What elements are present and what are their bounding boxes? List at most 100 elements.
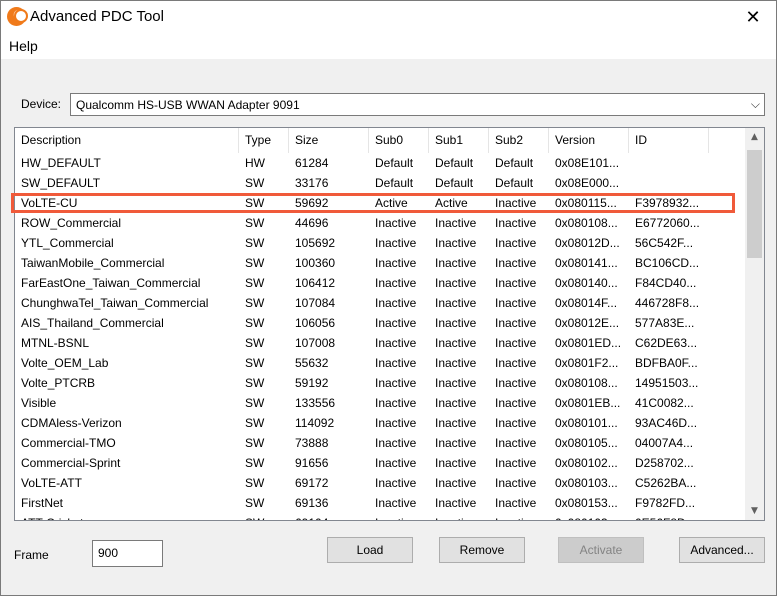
list-cell: 61284 [295, 156, 329, 170]
list-cell: ATT-Cricket [15, 513, 239, 520]
column-header[interactable]: ID [629, 128, 709, 153]
list-cell: Inactive [375, 496, 417, 510]
list-cell: Default [375, 176, 414, 190]
column-header[interactable]: Sub1 [429, 128, 489, 153]
list-cell: 0x08014F... [555, 296, 618, 310]
advanced-button[interactable]: Advanced... [679, 537, 765, 563]
list-item[interactable]: YTL_Commercial SW 105692 Inactive Inactive In… [15, 233, 744, 253]
list-cell: Inactive [435, 496, 477, 510]
list-cell: SW [245, 216, 265, 230]
list-cell: Inactive [495, 476, 537, 490]
scroll-up-icon[interactable]: ▲ [745, 128, 764, 146]
list-cell: FarEastOne_Taiwan_Commercial [21, 276, 201, 290]
device-dropdown-value: Qualcomm HS-USB WWAN Adapter 9091 [76, 98, 300, 112]
list-item[interactable]: ATT-CricketSW69104InactiveInactiveInacti… [15, 513, 744, 520]
list-item[interactable]: Commercial-TMO SW 73888 Inactive Inactive Ina… [15, 433, 744, 453]
list-cell: Inactive [375, 236, 417, 250]
list-cell: D258702... [635, 456, 694, 470]
column-header[interactable]: Sub2 [489, 128, 549, 153]
list-cell: 0E56F8D... [629, 513, 709, 520]
chevron-down-icon[interactable]: ⌵ [751, 97, 760, 112]
list-cell: Inactive [495, 296, 537, 310]
list-cell: ROW_Commercial [21, 216, 122, 230]
list-cell: Inactive [435, 436, 477, 450]
device-dropdown[interactable]: Qualcomm HS-USB WWAN Adapter 9091 ⌵ [70, 93, 765, 116]
list-cell: Inactive [375, 416, 417, 430]
list-cell: F84CD40... [635, 276, 697, 290]
list-item[interactable]: CDMAless-Verizon SW 114092 Inactive Inactive… [15, 413, 744, 433]
list-item[interactable]: FirstNet SW 69136 Inactive Inactive Inactive 0… [15, 493, 744, 513]
list-item[interactable]: ROW_Commercial SW 44696 Inactive Inactive Ina… [15, 213, 744, 233]
list-cell: Inactive [495, 316, 537, 330]
list-item[interactable]: VoLTE-ATT SW 69172 Inactive Inactive Inactive… [15, 473, 744, 493]
list-cell: Inactive [375, 316, 417, 330]
vertical-scrollbar[interactable]: ▲ ▼ [745, 128, 764, 520]
list-cell: Inactive [495, 456, 537, 470]
frame-label: Frame [14, 548, 49, 562]
column-header[interactable]: Description [15, 128, 239, 153]
list-cell: 0x080102... [555, 456, 618, 470]
list-item[interactable]: SW_DEFAULT SW 33176 Default Default Default 0x… [15, 173, 744, 193]
close-icon[interactable]: ✕ [730, 1, 776, 33]
list-cell: 446728F8... [635, 296, 700, 310]
list-cell: 107084 [295, 296, 336, 310]
scroll-thumb[interactable] [747, 150, 762, 258]
list-cell: 100360 [295, 256, 336, 270]
list-cell: 56C542F... [635, 236, 694, 250]
list-cell: Inactive [495, 496, 537, 510]
list-cell: 0x080141... [555, 256, 618, 270]
app-logo-icon [7, 7, 28, 26]
list-item[interactable]: FarEastOne_Taiwan_Commercial SW 106412 Inac… [15, 273, 744, 293]
list-cell: 106412 [295, 276, 336, 290]
list-item[interactable]: AIS_Thailand_Commercial SW 106056 Inactive I… [15, 313, 744, 333]
list-item[interactable]: ChunghwaTel_Taiwan_Commercial SW 107084 Ina… [15, 293, 744, 313]
list-cell: Inactive [375, 216, 417, 230]
list-item[interactable]: HW_DEFAULT HW 61284 Default Default Default 0x… [15, 153, 744, 173]
list-item[interactable]: Visible SW 133556 Inactive Inactive Inactive 0… [15, 393, 744, 413]
list-cell: Inactive [435, 216, 477, 230]
list-cell: YTL_Commercial [21, 236, 114, 250]
list-cell: 0x08012E... [555, 316, 620, 330]
scroll-down-icon[interactable]: ▼ [745, 502, 764, 520]
list-cell: Inactive [435, 256, 477, 270]
list-item[interactable]: Commercial-Sprint SW 91656 Inactive Inactive… [15, 453, 744, 473]
list-item[interactable]: Volte_PTCRB SW 59192 Inactive Inactive Inacti… [15, 373, 744, 393]
list-item[interactable]: MTNL-BSNL SW 107008 Inactive Inactive Inactiv… [15, 333, 744, 353]
list-cell: SW [245, 236, 265, 250]
list-cell: C62DE63... [635, 336, 698, 350]
list-cell: Commercial-Sprint [21, 456, 121, 470]
config-list[interactable]: Description Type Size Sub0 Sub1 Sub2 Version ID… [14, 127, 765, 521]
list-cell: Inactive [369, 513, 429, 520]
list-cell: 0x080103... [555, 476, 618, 490]
load-button[interactable]: Load [327, 537, 413, 563]
list-cell: 91656 [295, 456, 329, 470]
list-cell: Inactive [435, 476, 477, 490]
list-cell: SW [245, 356, 265, 370]
list-cell: AIS_Thailand_Commercial [21, 316, 164, 330]
list-cell: SW [245, 396, 265, 410]
list-cell: TaiwanMobile_Commercial [21, 256, 165, 270]
column-header[interactable]: Type [239, 128, 289, 153]
list-cell: 0x080103... [549, 513, 629, 520]
list-cell: Inactive [489, 513, 549, 520]
list-cell: 59192 [295, 376, 329, 390]
list-item[interactable]: TaiwanMobile_Commercial SW 100360 Inactive I… [15, 253, 744, 273]
list-cell: 55632 [295, 356, 329, 370]
list-cell: E6772060... [635, 216, 700, 230]
list-cell: Inactive [495, 376, 537, 390]
list-item[interactable]: Volte_OEM_Lab SW 55632 Inactive Inactive Inac… [15, 353, 744, 373]
column-header[interactable]: Version [549, 128, 629, 153]
list-cell: 0x0801EB... [555, 396, 621, 410]
list-cell: 0x080108... [555, 216, 618, 230]
menu-bar: Help [1, 33, 776, 59]
column-header[interactable]: Sub0 [369, 128, 429, 153]
list-cell [629, 173, 709, 193]
title-bar[interactable]: Advanced PDC Tool ✕ [1, 1, 776, 33]
menu-help[interactable]: Help [9, 38, 38, 54]
list-cell: Inactive [375, 476, 417, 490]
frame-input[interactable]: 900 [92, 540, 163, 567]
remove-button[interactable]: Remove [439, 537, 525, 563]
activate-button[interactable]: Activate [558, 537, 644, 563]
column-header[interactable]: Size [289, 128, 369, 153]
list-cell: Inactive [495, 336, 537, 350]
